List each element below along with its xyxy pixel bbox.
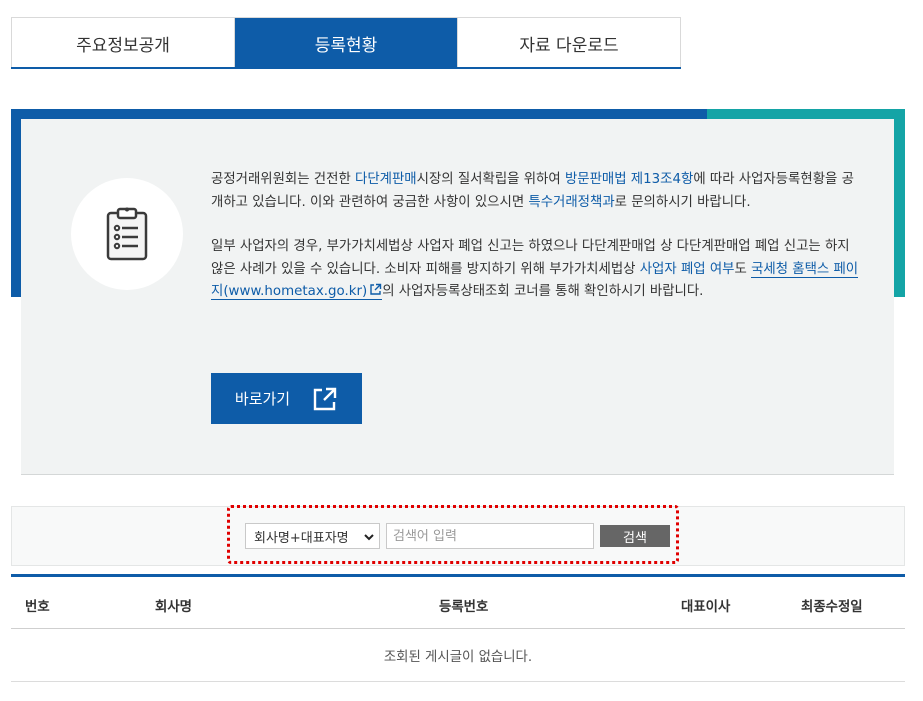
header-registration-number: 등록번호: [439, 600, 489, 615]
table-header: 번호 회사명 등록번호 대표이사 최종수정일: [11, 574, 905, 629]
empty-message: 조회된 게시글이 없습니다.: [11, 629, 905, 682]
external-link-icon: [370, 283, 382, 295]
info-box: 공정거래위원회는 건전한 다단계판매시장의 질서확립을 위하여 방문판매법 제1…: [21, 119, 894, 475]
header-company-name: 회사명: [155, 600, 192, 615]
go-button[interactable]: 바로가기: [211, 373, 362, 424]
text-segment: 공정거래위원회는 건전한: [211, 172, 356, 187]
icon-circle: [71, 178, 183, 290]
highlight-department: 특수거래정책과: [528, 194, 615, 210]
header-ceo: 대표이사: [681, 600, 731, 615]
info-section: 공정거래위원회는 건전한 다단계판매시장의 질서확립을 위하여 방문판매법 제1…: [11, 109, 905, 475]
go-button-label: 바로가기: [234, 390, 291, 408]
tab-data-download[interactable]: 자료 다운로드: [457, 18, 680, 69]
header-number: 번호: [25, 600, 50, 615]
text-segment: 시장의 질서확립을 위하여: [416, 172, 565, 187]
info-paragraph-2: 일부 사업자의 경우, 부가가치세법상 사업자 폐업 신고는 하였으나 다단계판…: [211, 236, 866, 304]
text-segment: 의 사업자등록상태조회 코너를 통해 확인하시기 바랍니다.: [382, 284, 704, 299]
header-last-modified: 최종수정일: [801, 600, 863, 615]
text-segment: 도: [734, 261, 752, 277]
info-text: 공정거래위원회는 건전한 다단계판매시장의 질서확립을 위하여 방문판매법 제1…: [211, 169, 866, 304]
tab-main-info[interactable]: 주요정보공개: [12, 18, 234, 69]
clipboard-icon: [106, 207, 148, 261]
search-highlight-outline: [227, 505, 679, 564]
tab-bar: 주요정보공개 등록현황 자료 다운로드: [11, 17, 681, 69]
external-link-icon: [313, 387, 337, 410]
highlight-law-article: 방문판매법 제13조4항: [564, 172, 694, 187]
tab-registration-status[interactable]: 등록현황: [234, 18, 457, 69]
text-segment: 로 문의하시기 바랍니다.: [614, 194, 751, 210]
registration-table: 번호 회사명 등록번호 대표이사 최종수정일 조회된 게시글이 없습니다.: [11, 574, 905, 682]
highlight-multilevel-sales: 다단계판매: [355, 172, 417, 187]
info-paragraph-1: 공정거래위원회는 건전한 다단계판매시장의 질서확립을 위하여 방문판매법 제1…: [211, 169, 866, 214]
highlight-closure-status: 사업자 폐업 여부: [639, 261, 735, 277]
